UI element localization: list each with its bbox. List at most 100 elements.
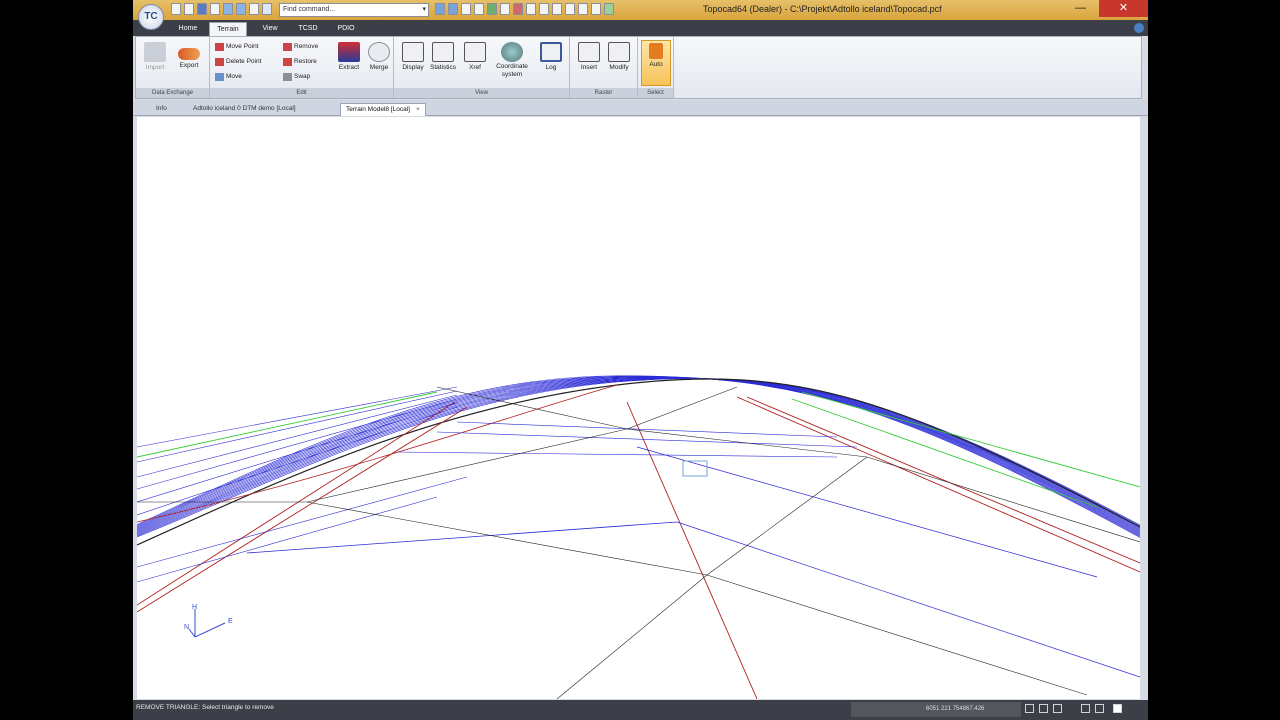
xref-button[interactable]: Xref <box>460 40 490 86</box>
mesh-edge <box>746 396 1141 564</box>
mesh-edge <box>706 456 868 576</box>
export-icon[interactable] <box>591 3 601 15</box>
remove-label: Remove <box>294 43 319 50</box>
layout-toggle-icon[interactable] <box>1095 704 1104 713</box>
app-logo[interactable]: TC <box>138 4 164 30</box>
mesh-edge <box>791 398 1098 508</box>
snap-toggle-icon[interactable] <box>1025 704 1034 713</box>
delete-point-button[interactable]: Delete Point <box>214 56 261 68</box>
link-icon[interactable] <box>578 3 588 15</box>
statistics-icon <box>432 42 454 62</box>
tab-tcsd[interactable]: TCSD <box>291 22 325 36</box>
coordinate-readout: 6051 221 754867.426 <box>851 702 1021 717</box>
auto-label: Auto <box>649 61 663 68</box>
find-command-input[interactable]: Find command... ▾ <box>279 3 429 17</box>
insert-label: Insert <box>580 64 598 71</box>
restore-label: Restore <box>294 58 317 65</box>
doctab-terrain-model[interactable]: Terrain Model8 [Local] × <box>340 103 426 116</box>
new-file-icon[interactable] <box>171 3 181 15</box>
import-button[interactable]: Import <box>140 40 170 86</box>
properties-icon[interactable] <box>500 3 510 15</box>
compass-n: N <box>184 624 189 631</box>
redo-icon[interactable] <box>236 3 246 15</box>
tool-icon[interactable] <box>513 3 523 15</box>
move-point-button[interactable]: Move Point <box>214 41 259 53</box>
snapshot-icon[interactable] <box>539 3 549 15</box>
move-point-label: Move Point <box>226 43 259 50</box>
terrain-mesh[interactable]: H N E <box>136 117 1141 700</box>
tab-pdio[interactable]: PDIO <box>329 22 363 36</box>
grid-toggle-icon[interactable] <box>1039 704 1048 713</box>
view-toggle-icon[interactable] <box>1081 704 1090 713</box>
layer-icon[interactable] <box>487 3 497 15</box>
refresh-icon[interactable] <box>474 3 484 15</box>
save-icon[interactable] <box>197 3 207 15</box>
info-icon[interactable] <box>604 3 614 15</box>
ribbon-tab-bar: Home Terrain View TCSD PDIO <box>133 20 1148 36</box>
minimize-button[interactable]: — <box>1075 2 1086 14</box>
mesh-edge <box>676 521 1141 678</box>
mesh-edge <box>136 386 458 448</box>
window-icon[interactable] <box>552 3 562 15</box>
group-title: Select <box>638 88 673 98</box>
swap-button[interactable]: Swap <box>282 71 310 83</box>
doctab-info[interactable]: Info <box>151 103 172 116</box>
terrain-viewport[interactable]: H N E <box>136 117 1141 700</box>
display-label: Display <box>402 64 424 71</box>
tab-view[interactable]: View <box>253 22 287 36</box>
export-button[interactable]: Export <box>174 40 204 86</box>
remove-button[interactable]: Remove <box>282 41 318 53</box>
background-strip <box>1148 0 1280 720</box>
merge-button[interactable]: Merge <box>364 40 394 86</box>
find-command-placeholder: Find command... <box>283 6 336 13</box>
zoom-window-icon[interactable] <box>435 3 445 15</box>
move-button[interactable]: Move <box>214 71 242 83</box>
move-point-icon <box>215 43 224 51</box>
close-button[interactable]: ✕ <box>1099 0 1148 17</box>
statistics-button[interactable]: Statistics <box>428 40 458 86</box>
mesh-edge <box>706 574 1088 696</box>
zoom-extents-icon[interactable] <box>448 3 458 15</box>
extract-icon <box>338 42 360 62</box>
mesh-edge <box>626 386 738 430</box>
auto-select-button[interactable]: Auto <box>641 40 671 86</box>
tab-home[interactable]: Home <box>171 22 205 36</box>
mesh-edge <box>246 521 678 554</box>
doctab-label: Adtollo iceland 0 DTM demo [Local] <box>193 105 296 112</box>
search-icon[interactable] <box>262 3 272 15</box>
display-button[interactable]: Display <box>398 40 428 86</box>
chevron-down-icon[interactable]: ▾ <box>422 4 426 16</box>
modify-button[interactable]: Modify <box>604 40 634 86</box>
quick-access-toolbar-right <box>435 3 614 15</box>
mesh-edge <box>136 402 458 503</box>
coordinate-system-button[interactable]: Coordinate system <box>490 40 534 86</box>
restore-button[interactable]: Restore <box>282 56 317 68</box>
undo-icon[interactable] <box>223 3 233 15</box>
ortho-toggle-icon[interactable] <box>1053 704 1062 713</box>
mesh-edge <box>136 406 458 516</box>
log-icon <box>540 42 562 62</box>
doctab-adtollo-iceland[interactable]: Adtollo iceland 0 DTM demo [Local] <box>188 103 301 116</box>
pan-icon[interactable] <box>461 3 471 15</box>
measure-icon[interactable] <box>526 3 536 15</box>
fullscreen-toggle-icon[interactable] <box>1113 704 1122 713</box>
help-icon[interactable] <box>1134 23 1144 33</box>
modify-label: Modify <box>609 64 629 71</box>
mesh-edge <box>136 398 458 490</box>
close-tab-icon[interactable]: × <box>416 106 420 113</box>
mesh-edge <box>736 396 1141 573</box>
insert-button[interactable]: Insert <box>574 40 604 86</box>
tab-terrain[interactable]: Terrain <box>209 22 247 36</box>
group-title: Edit <box>210 88 393 98</box>
group-edit: Move Point Delete Point Move Remove Rest… <box>210 37 394 98</box>
coordinate-system-label-2: system <box>501 71 523 78</box>
extract-button[interactable]: Extract <box>334 40 364 86</box>
log-button[interactable]: Log <box>536 40 566 86</box>
mesh-edge <box>801 391 1141 488</box>
copy-icon[interactable] <box>565 3 575 15</box>
select-icon[interactable] <box>249 3 259 15</box>
print-icon[interactable] <box>210 3 220 15</box>
open-file-icon[interactable] <box>184 3 194 15</box>
xref-icon <box>464 42 486 62</box>
group-view: Display Statistics Xref Coordinate syste… <box>394 37 570 98</box>
